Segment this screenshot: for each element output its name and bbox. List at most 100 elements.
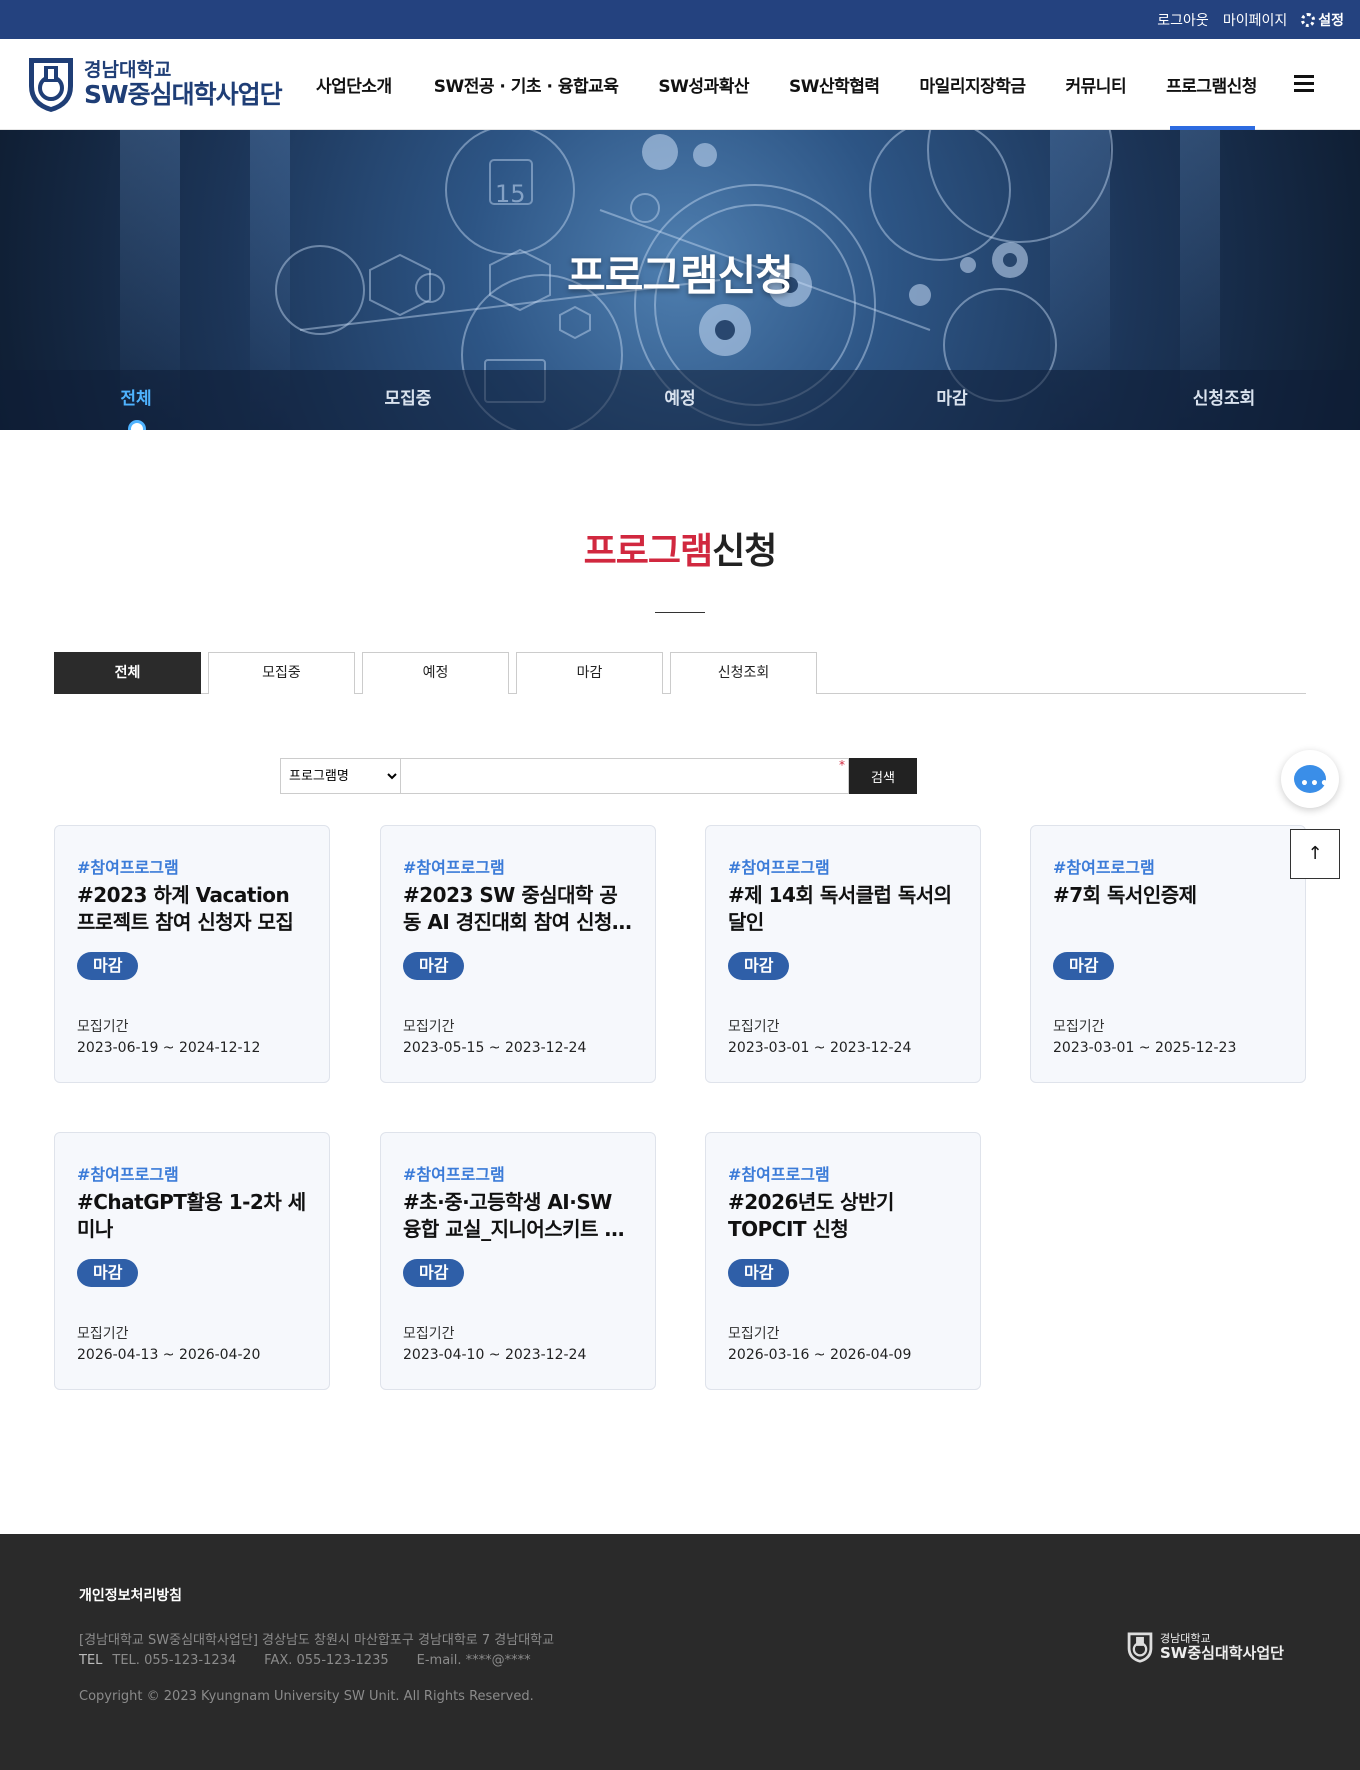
program-card[interactable]: #참여프로그램 #제 14회 독서클럽 독서의 달인 마감 모집기간 2023-…	[705, 825, 981, 1083]
nav-item-mileage[interactable]: 마일리지장학금	[920, 39, 1026, 130]
card-category: #참여프로그램	[403, 858, 505, 877]
status-badge: 마감	[728, 1259, 790, 1287]
tab-inquiry[interactable]: 신청조회	[670, 652, 817, 694]
footer-logo-line1: 경남대학교	[1160, 1631, 1211, 1645]
card-period-label: 모집기간	[403, 1019, 455, 1035]
settings-link[interactable]: 설정	[1301, 10, 1344, 30]
footer-email: E-mail. ****@****	[416, 1653, 531, 1668]
program-card[interactable]: #참여프로그램 #2026년도 상반기 TOPCIT 신청 마감 모집기간 20…	[705, 1132, 981, 1390]
university-emblem-icon	[1127, 1632, 1153, 1663]
status-badge: 마감	[77, 952, 139, 980]
filter-tabs: 전체 모집중 예정 마감 신청조회	[54, 652, 1306, 694]
footer-address: [경남대학교 SW중심대학사업단] 경상남도 창원시 마산합포구 경남대학로 7…	[79, 1633, 555, 1648]
main-navigation: 사업단소개 SW전공 · 기초 · 융합교육 SW성과확산 SW산학협력 마일리…	[298, 39, 1257, 130]
university-emblem-icon	[26, 54, 76, 114]
site-footer: 개인정보처리방침 [경남대학교 SW중심대학사업단] 경상남도 창원시 마산합포…	[0, 1534, 1360, 1770]
program-card[interactable]: #참여프로그램 #2023 SW 중심대학 공동 AI 경진대회 참여 신청자 …	[380, 825, 656, 1083]
card-period: 2023-03-01 ~ 2023-12-24	[728, 1040, 912, 1056]
tab-upcoming[interactable]: 예정	[362, 652, 509, 694]
search-bar: 프로그램명 * 검색	[280, 758, 917, 794]
footer-tel: TEL. 055-123-1234	[112, 1653, 237, 1668]
top-utility-bar: 로그아웃 마이페이지 설정	[0, 0, 1360, 39]
card-title: #7회 독서인증제	[1053, 883, 1197, 907]
program-card[interactable]: #참여프로그램 #7회 독서인증제 마감 모집기간 2023-03-01 ~ 2…	[1030, 825, 1306, 1083]
card-period: 2026-03-16 ~ 2026-04-09	[728, 1347, 912, 1363]
footer-copyright: Copyright © 2023 Kyungnam University SW …	[79, 1689, 534, 1704]
chat-button[interactable]: •••	[1281, 750, 1339, 808]
program-card[interactable]: #참여프로그램 #ChatGPT활용 1-2차 세미나 마감 모집기간 2026…	[54, 1132, 330, 1390]
program-card[interactable]: #참여프로그램 #초·중·고등학생 AI·SW 융합 교실_지니어스키트 활용 …	[380, 1132, 656, 1390]
hero-tab-recruiting[interactable]: 모집중	[272, 370, 544, 430]
card-period: 2023-03-01 ~ 2025-12-23	[1053, 1040, 1237, 1056]
tab-closed[interactable]: 마감	[516, 652, 663, 694]
hero-title: 프로그램신청	[567, 251, 794, 300]
menu-icon[interactable]	[1294, 75, 1314, 92]
card-category: #참여프로그램	[728, 1165, 830, 1184]
nav-item-about[interactable]: 사업단소개	[316, 39, 392, 130]
footer-logo-line2: SW중심대학사업단	[1160, 1643, 1284, 1662]
tab-all[interactable]: 전체	[54, 652, 201, 694]
card-category: #참여프로그램	[77, 858, 179, 877]
footer-fax: FAX. 055-123-1235	[264, 1653, 389, 1668]
search-input[interactable]	[401, 758, 849, 794]
card-title: #2023 하계 Vacation 프로젝트 참여 신청자 모집	[77, 883, 294, 934]
hero-sub-tabs: 전체 모집중 예정 마감 신청조회	[0, 370, 1360, 430]
card-period: 2023-04-10 ~ 2023-12-24	[403, 1347, 587, 1363]
mypage-link[interactable]: 마이페이지	[1223, 10, 1287, 30]
site-header: 경남대학교 SW중심대학사업단 사업단소개 SW전공 · 기초 · 융합교육 S…	[0, 39, 1360, 130]
card-title: #초·중·고등학생 AI·SW 융합 교실_지니어스키트 활용	[403, 1190, 623, 1241]
privacy-policy-link[interactable]: 개인정보처리방침	[79, 1585, 182, 1605]
nav-item-sw-education[interactable]: SW전공 · 기초 · 융합교육	[434, 39, 619, 130]
footer-contact: TEL TEL. 055-123-1234 FAX. 055-123-1235 E…	[79, 1653, 531, 1668]
card-period: 2023-05-15 ~ 2023-12-24	[403, 1040, 587, 1056]
card-period-label: 모집기간	[1053, 1019, 1105, 1035]
card-title: #2026년도 상반기 TOPCIT 신청	[728, 1190, 894, 1241]
card-period: 2023-06-19 ~ 2024-12-12	[77, 1040, 261, 1056]
hero-tab-closed[interactable]: 마감	[816, 370, 1088, 430]
hero-tab-inquiry[interactable]: 신청조회	[1088, 370, 1360, 430]
nav-item-sw-outcomes[interactable]: SW성과확산	[658, 39, 749, 130]
svg-text:15: 15	[495, 180, 526, 208]
card-period-label: 모집기간	[728, 1326, 780, 1342]
page-title-part2: 신청	[712, 531, 777, 572]
card-title: #제 14회 독서클럽 독서의 달인	[728, 883, 952, 934]
card-category: #참여프로그램	[728, 858, 830, 877]
status-badge: 마감	[403, 1259, 465, 1287]
logo-university-name: 경남대학교	[84, 58, 172, 81]
arrow-up-icon: ↑	[1307, 843, 1323, 864]
status-badge: 마감	[77, 1259, 139, 1287]
tel-label: TEL	[79, 1653, 103, 1668]
nav-item-program[interactable]: 프로그램신청	[1166, 39, 1257, 130]
card-period: 2026-04-13 ~ 2026-04-20	[77, 1347, 261, 1363]
card-period-label: 모집기간	[403, 1326, 455, 1342]
tab-recruiting[interactable]: 모집중	[208, 652, 355, 694]
status-badge: 마감	[403, 952, 465, 980]
required-mark: *	[839, 758, 845, 772]
hero-tab-upcoming[interactable]: 예정	[544, 370, 816, 430]
search-field-select[interactable]: 프로그램명	[280, 758, 401, 794]
card-title: #2023 SW 중심대학 공동 AI 경진대회 참여 신청자 모집	[403, 883, 630, 934]
settings-label: 설정	[1318, 12, 1344, 29]
footer-logo: 경남대학교 SW중심대학사업단	[1126, 1630, 1284, 1664]
title-divider	[655, 612, 705, 613]
card-period-label: 모집기간	[77, 1019, 129, 1035]
nav-item-sw-industry[interactable]: SW산학협력	[789, 39, 880, 130]
hero-tab-all[interactable]: 전체	[0, 370, 272, 430]
logout-link[interactable]: 로그아웃	[1157, 10, 1209, 30]
card-period-label: 모집기간	[77, 1326, 129, 1342]
logo-unit-name: SW중심대학사업단	[84, 79, 283, 109]
page-title: 프로그램신청	[0, 522, 1360, 574]
nav-item-community[interactable]: 커뮤니티	[1066, 39, 1127, 130]
scroll-top-button[interactable]: ↑	[1290, 829, 1340, 879]
card-title: #ChatGPT활용 1-2차 세미나	[77, 1190, 306, 1241]
chat-dots: •••	[1300, 776, 1330, 792]
card-period-label: 모집기간	[728, 1019, 780, 1035]
status-badge: 마감	[728, 952, 790, 980]
hero-banner: 15 프로그램신청 전체 모집중 예정 마감 신청조회	[0, 130, 1360, 430]
card-category: #참여프로그램	[1053, 858, 1155, 877]
card-category: #참여프로그램	[403, 1165, 505, 1184]
search-button[interactable]: 검색	[849, 758, 917, 794]
card-category: #참여프로그램	[77, 1165, 179, 1184]
site-logo[interactable]: 경남대학교 SW중심대학사업단	[26, 54, 286, 114]
program-card[interactable]: #참여프로그램 #2023 하계 Vacation 프로젝트 참여 신청자 모집…	[54, 825, 330, 1083]
